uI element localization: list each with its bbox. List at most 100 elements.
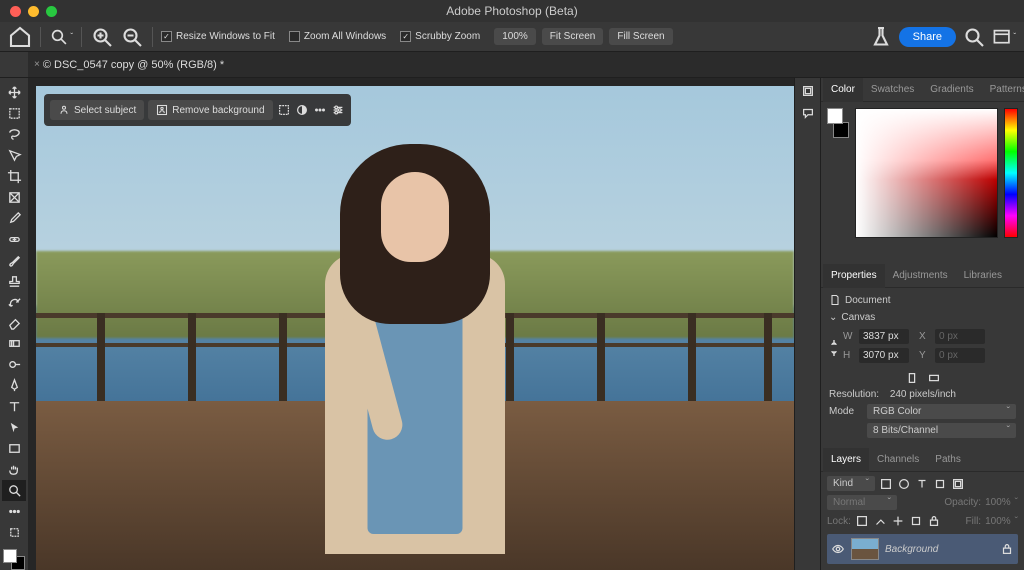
resize-windows-label: Resize Windows to Fit [176,31,275,42]
tab-gradients[interactable]: Gradients [922,78,981,102]
color-panel-tabs: Color Swatches Gradients Patterns [821,78,1024,102]
fill-label: Fill: [966,516,982,527]
canvas[interactable]: Select subject Remove background [36,86,794,570]
fill-screen-button[interactable]: Fill Screen [609,28,672,45]
color-mode-dropdown[interactable]: RGB Color [867,404,1016,419]
beta-beaker-icon[interactable] [869,25,893,49]
select-subject-button[interactable]: Select subject [50,100,144,120]
eraser-tool-icon[interactable] [2,312,26,333]
height-field[interactable]: 3070 px [859,348,909,363]
zoom-tool-icon[interactable]: ˇ [49,25,73,49]
tab-swatches[interactable]: Swatches [863,78,922,102]
ctx-transform-icon[interactable] [277,103,291,117]
bit-depth-dropdown[interactable]: 8 Bits/Channel [867,423,1016,438]
properties-panel: Document ⌄Canvas W3837 pxX0 px H3070 pxY… [821,288,1024,448]
workspace-switcher-icon[interactable]: ˇ [992,25,1016,49]
edit-toolbar-icon[interactable] [2,522,26,543]
ctx-more-icon[interactable] [313,103,327,117]
search-icon[interactable] [962,25,986,49]
filter-shape-icon[interactable] [933,477,947,491]
type-tool-icon[interactable] [2,396,26,417]
lock-artboard-icon [909,514,923,528]
maximize-window-button[interactable] [46,6,57,17]
close-window-button[interactable] [10,6,21,17]
crop-tool-icon[interactable] [2,166,26,187]
pen-tool-icon[interactable] [2,375,26,396]
move-tool-icon[interactable] [2,82,26,103]
tab-libraries[interactable]: Libraries [956,264,1010,288]
layer-background[interactable]: Background [827,534,1018,564]
home-icon[interactable] [8,25,32,49]
healing-tool-icon[interactable] [2,229,26,250]
filter-smart-icon[interactable] [951,477,965,491]
document-tab[interactable]: © DSC_0547 copy @ 50% (RGB/8) * [43,59,224,71]
quick-select-tool-icon[interactable] [2,145,26,166]
tab-adjustments[interactable]: Adjustments [885,264,956,288]
color-field[interactable] [855,108,998,238]
hand-tool-icon[interactable] [2,459,26,480]
tools-panel [0,78,28,570]
opacity-value: 100% [985,497,1011,508]
zoom-tool-selected-icon[interactable] [2,480,26,501]
landscape-orient-icon[interactable] [927,371,941,385]
layer-visibility-icon[interactable] [831,542,845,556]
lock-label: Lock: [827,516,851,527]
hue-slider[interactable] [1004,108,1018,238]
resolution-value: 240 pixels/inch [890,389,956,400]
tab-layers[interactable]: Layers [823,448,869,472]
dodge-tool-icon[interactable] [2,354,26,375]
remove-background-button[interactable]: Remove background [148,100,272,120]
filter-type-icon[interactable] [915,477,929,491]
marquee-tool-icon[interactable] [2,103,26,124]
frame-tool-icon[interactable] [2,187,26,208]
fit-screen-button[interactable]: Fit Screen [542,28,604,45]
shape-tool-icon[interactable] [2,438,26,459]
tab-properties[interactable]: Properties [823,264,885,288]
layers-panel: Kind Normal Opacity:100%ˇ Lock: Fill:100… [821,472,1024,570]
zoom-out-icon[interactable] [120,25,144,49]
gradient-tool-icon[interactable] [2,333,26,354]
filter-adjust-icon[interactable] [897,477,911,491]
select-subject-label: Select subject [74,105,136,116]
zoom-in-icon[interactable] [90,25,114,49]
zoom-100-button[interactable]: 100% [494,28,536,45]
collapsed-comments-icon[interactable] [801,106,815,120]
canvas-section-header[interactable]: ⌄Canvas [829,312,1016,323]
fg-bg-swatch[interactable] [3,549,25,570]
history-brush-tool-icon[interactable] [2,292,26,313]
tab-paths[interactable]: Paths [927,448,969,472]
collapsed-history-icon[interactable] [801,84,815,98]
ctx-properties-icon[interactable] [331,103,345,117]
layer-filter-dropdown[interactable]: Kind [827,476,875,491]
ctx-adjust-icon[interactable] [295,103,309,117]
eyedropper-tool-icon[interactable] [2,208,26,229]
minimize-window-button[interactable] [28,6,39,17]
titlebar: Adobe Photoshop (Beta) [0,0,1024,22]
brush-tool-icon[interactable] [2,250,26,271]
properties-panel-tabs: Properties Adjustments Libraries [821,264,1024,288]
x-field: 0 px [935,329,985,344]
link-wh-icon[interactable] [829,338,839,358]
close-tab-icon[interactable]: × [34,59,40,70]
tab-patterns[interactable]: Patterns [982,78,1024,102]
document-icon [829,294,841,306]
resize-windows-checkbox[interactable]: Resize Windows to Fit [161,31,275,42]
portrait-orient-icon[interactable] [905,371,919,385]
tab-channels[interactable]: Channels [869,448,927,472]
blend-mode-dropdown: Normal [827,495,897,510]
zoom-all-checkbox[interactable]: Zoom All Windows [289,31,386,42]
share-button[interactable]: Share [899,27,956,47]
more-tools-icon[interactable] [2,501,26,522]
scrubby-zoom-checkbox[interactable]: Scrubby Zoom [400,31,480,42]
y-field: 0 px [935,348,985,363]
filter-pixel-icon[interactable] [879,477,893,491]
color-swatch-pair[interactable] [827,108,849,138]
path-select-tool-icon[interactable] [2,417,26,438]
width-field[interactable]: 3837 px [859,329,909,344]
lasso-tool-icon[interactable] [2,124,26,145]
width-label: W [843,331,855,342]
fill-value: 100% [985,516,1011,527]
tab-color[interactable]: Color [823,78,863,102]
stamp-tool-icon[interactable] [2,271,26,292]
document-type-label: Document [845,295,891,306]
